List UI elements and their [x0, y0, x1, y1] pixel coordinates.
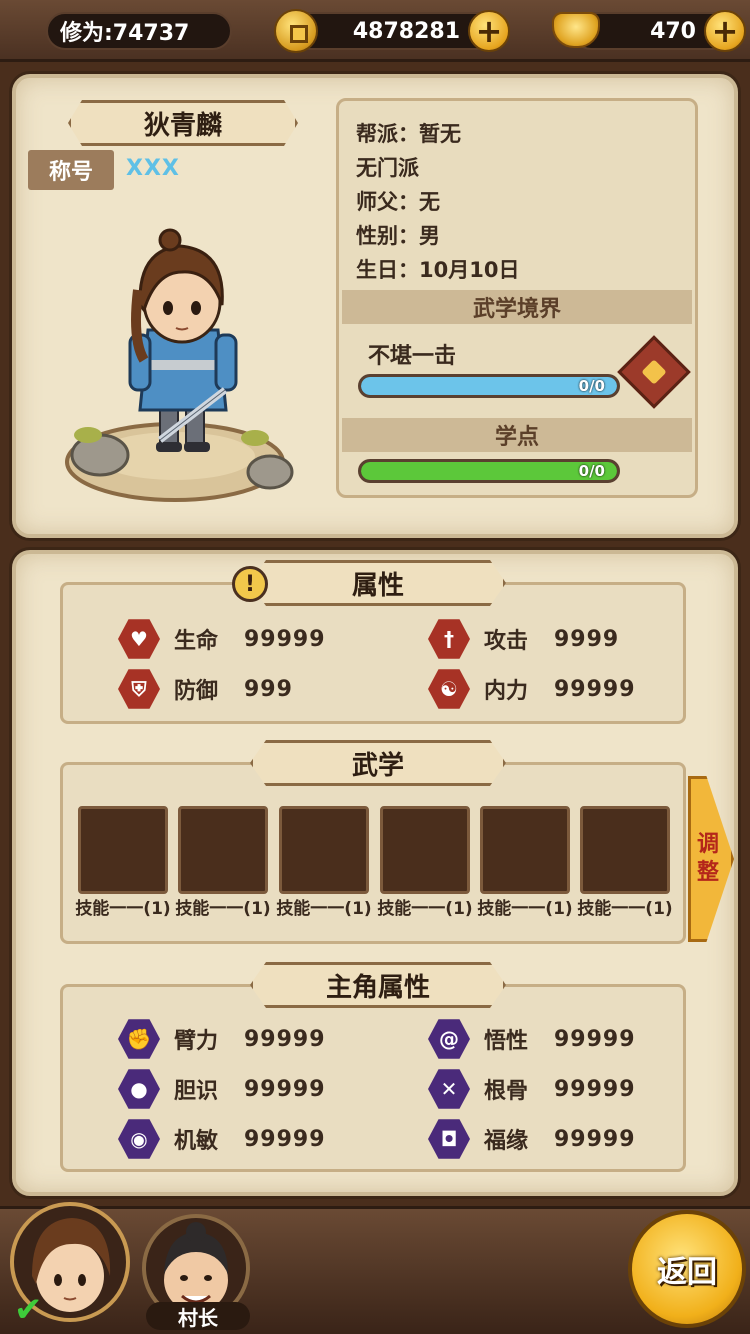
- info-alert-icon[interactable]: !: [232, 566, 268, 602]
- selected-check-icon: ✔: [14, 1290, 43, 1330]
- plus-icon: +: [711, 12, 739, 50]
- bone-icon: ✕: [428, 1069, 470, 1109]
- eye-icon: ◉: [118, 1119, 160, 1159]
- hero-attributes-header: 主角属性: [250, 962, 506, 1008]
- plus-icon: +: [475, 12, 503, 50]
- character-name: 狄青麟: [68, 100, 298, 146]
- faction-text: 帮派：暂无: [356, 122, 461, 146]
- skill-name-2: 技能一一(1): [175, 899, 271, 919]
- stat-luck: ◘ 福缘 99999: [428, 1118, 636, 1160]
- stat-internal-power: ☯ 内力 99999: [428, 668, 636, 710]
- stat-courage: ● 胆识 99999: [118, 1068, 326, 1110]
- gender-text: 性别：男: [356, 224, 440, 248]
- study-points-bar: 0/0: [358, 459, 620, 483]
- title-label: 称号: [28, 150, 114, 190]
- skill-name-1: 技能一一(1): [75, 899, 171, 919]
- study-points-header: 学点: [342, 418, 692, 452]
- stat-comprehension: @ 悟性 99999: [428, 1018, 636, 1060]
- stat-agility: ◉ 机敏 99999: [118, 1118, 326, 1160]
- master-text: 师父：无: [356, 190, 440, 214]
- village-chief-label: 村长: [146, 1302, 250, 1330]
- attributes-header: 属性: [250, 560, 506, 606]
- shield-icon: ⛨: [118, 669, 160, 709]
- stat-attack: † 攻击 9999: [428, 618, 619, 660]
- coin-icon: [274, 9, 318, 53]
- title-value: XXX: [126, 156, 180, 181]
- martial-header: 武学: [250, 740, 506, 786]
- cultivation-value: 修为:74737: [60, 21, 190, 46]
- skill-name-4: 技能一一(1): [377, 899, 473, 919]
- heart-icon: ♥: [118, 619, 160, 659]
- back-button[interactable]: 返回: [628, 1210, 746, 1328]
- cultivation-display: 修为:74737: [46, 12, 232, 50]
- skill-slot-4[interactable]: [380, 806, 470, 894]
- skill-name-6: 技能一一(1): [577, 899, 673, 919]
- realm-level: 不堪一击: [368, 344, 457, 369]
- character-portrait: [65, 228, 294, 502]
- skill-name-5: 技能一一(1): [477, 899, 573, 919]
- school-text: 无门派: [356, 156, 419, 180]
- skill-name-3: 技能一一(1): [276, 899, 372, 919]
- study-points-text: 0/0: [578, 462, 605, 480]
- realm-progress-bar: 0/0: [358, 374, 620, 398]
- ring-icon: ◘: [428, 1119, 470, 1159]
- coin-value: 4878281: [352, 18, 460, 44]
- yin-yang-icon: ☯: [428, 669, 470, 709]
- add-ingots-button[interactable]: +: [704, 10, 746, 52]
- skill-slot-5[interactable]: [480, 806, 570, 894]
- sword-icon: †: [428, 619, 470, 659]
- coin-display: 4878281: [290, 12, 496, 50]
- ingot-value: 470: [650, 18, 696, 44]
- birthday-text: 生日：10月10日: [356, 258, 520, 282]
- realm-progress-text: 0/0: [578, 377, 605, 395]
- stat-constitution: ✕ 根骨 99999: [428, 1068, 636, 1110]
- arm-icon: ✊: [118, 1019, 160, 1059]
- add-coins-button[interactable]: +: [468, 10, 510, 52]
- skill-slot-1[interactable]: [78, 806, 168, 894]
- skill-slot-3[interactable]: [279, 806, 369, 894]
- stat-defense: ⛨ 防御 999: [118, 668, 293, 710]
- stat-strength: ✊ 臂力 99999: [118, 1018, 326, 1060]
- realm-header: 武学境界: [342, 290, 692, 324]
- skill-slot-2[interactable]: [178, 806, 268, 894]
- drop-icon: ●: [118, 1069, 160, 1109]
- spiral-icon: @: [428, 1019, 470, 1059]
- skill-slot-6[interactable]: [580, 806, 670, 894]
- stat-hp: ♥ 生命 99999: [118, 618, 326, 660]
